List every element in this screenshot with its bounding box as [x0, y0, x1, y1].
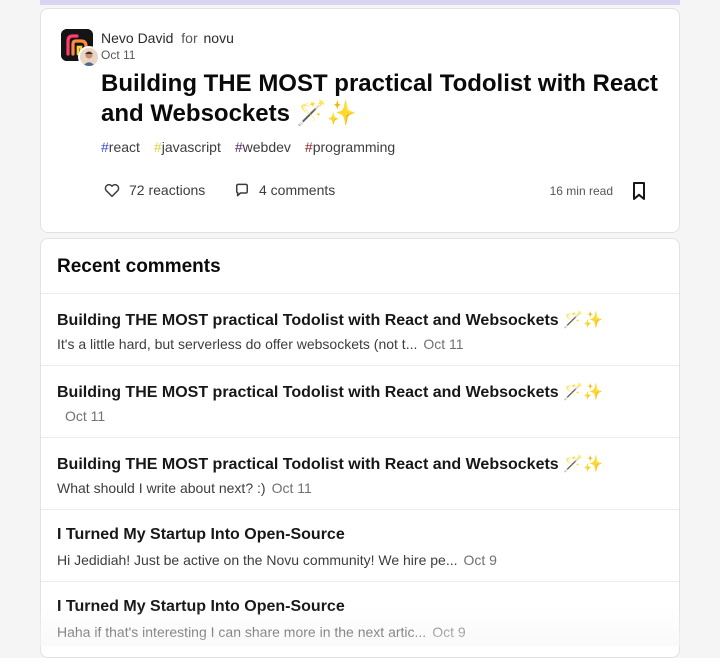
comment-excerpt-line: Hi Jedidiah! Just be active on the Novu …: [57, 552, 497, 568]
list-item[interactable]: I Turned My Startup Into Open-Source Hi …: [41, 509, 679, 581]
post-meta: Nevo David for novu: [101, 29, 234, 47]
tag-hash: #: [305, 139, 313, 155]
comment-excerpt-line: Oct 11: [57, 408, 105, 424]
header-accent-strip: [40, 0, 680, 5]
comment-excerpt: It's a little hard, but serverless do of…: [57, 336, 417, 352]
comment-date: Oct 9: [432, 624, 465, 640]
tag-hash: #: [154, 139, 162, 155]
author-avatar[interactable]: [78, 46, 100, 68]
comment-date: Oct 9: [464, 552, 497, 568]
comment-list: Building THE MOST practical Todolist wit…: [41, 293, 679, 653]
comment-article-title[interactable]: I Turned My Startup Into Open-Source: [57, 598, 345, 616]
organization-name[interactable]: novu: [204, 30, 234, 46]
comment-article-title[interactable]: Building THE MOST practical Todolist wit…: [57, 454, 603, 474]
comment-date: Oct 11: [65, 408, 105, 424]
for-label: for: [181, 30, 197, 46]
comment-excerpt: What should I write about next? :): [57, 480, 266, 496]
heart-icon: [103, 181, 121, 199]
comment-date: Oct 11: [423, 336, 463, 352]
comment-excerpt-line: It's a little hard, but serverless do of…: [57, 336, 464, 352]
comment-excerpt: Haha if that's interesting I can share m…: [57, 624, 426, 640]
comment-excerpt-line: Haha if that's interesting I can share m…: [57, 624, 466, 640]
recent-comments-heading: Recent comments: [57, 256, 221, 278]
list-item[interactable]: Building THE MOST practical Todolist wit…: [41, 437, 679, 509]
tag-webdev[interactable]: #webdev: [235, 139, 291, 155]
author-name[interactable]: Nevo David: [101, 30, 173, 46]
reactions-button[interactable]: 72 reactions: [103, 181, 205, 199]
recent-comments-card: Recent comments Building THE MOST practi…: [40, 238, 680, 658]
tag-label: javascript: [162, 139, 221, 155]
tag-javascript[interactable]: #javascript: [154, 139, 221, 155]
tag-list: #react #javascript #webdev #programming: [101, 139, 395, 155]
reactions-count: 72 reactions: [129, 182, 205, 198]
list-item[interactable]: Building THE MOST practical Todolist wit…: [41, 293, 679, 365]
tag-label: webdev: [243, 139, 291, 155]
comment-excerpt-line: What should I write about next? :) Oct 11: [57, 480, 312, 496]
tag-hash: #: [101, 139, 109, 155]
tag-programming[interactable]: #programming: [305, 139, 395, 155]
tag-label: react: [109, 139, 140, 155]
comment-article-title[interactable]: Building THE MOST practical Todolist wit…: [57, 382, 603, 402]
list-item[interactable]: I Turned My Startup Into Open-Source Hah…: [41, 581, 679, 653]
comment-date: Oct 11: [272, 480, 312, 496]
post-date[interactable]: Oct 11: [101, 48, 135, 62]
list-item[interactable]: Building THE MOST practical Todolist wit…: [41, 365, 679, 437]
tag-label: programming: [313, 139, 395, 155]
post-card[interactable]: Nevo David for novu Oct 11 Building THE …: [40, 8, 680, 233]
comment-excerpt: Hi Jedidiah! Just be active on the Novu …: [57, 552, 458, 568]
post-actions: 72 reactions 4 comments 16 min read: [101, 181, 659, 203]
read-time: 16 min read: [550, 184, 613, 198]
comment-article-title[interactable]: I Turned My Startup Into Open-Source: [57, 526, 345, 544]
comments-button[interactable]: 4 comments: [233, 181, 335, 199]
post-title[interactable]: Building THE MOST practical Todolist wit…: [101, 69, 661, 129]
bookmark-icon[interactable]: [631, 181, 647, 204]
comment-article-title[interactable]: Building THE MOST practical Todolist wit…: [57, 310, 603, 330]
tag-hash: #: [235, 139, 243, 155]
comment-bubble-icon: [233, 181, 251, 199]
tag-react[interactable]: #react: [101, 139, 140, 155]
comments-count: 4 comments: [259, 182, 335, 198]
